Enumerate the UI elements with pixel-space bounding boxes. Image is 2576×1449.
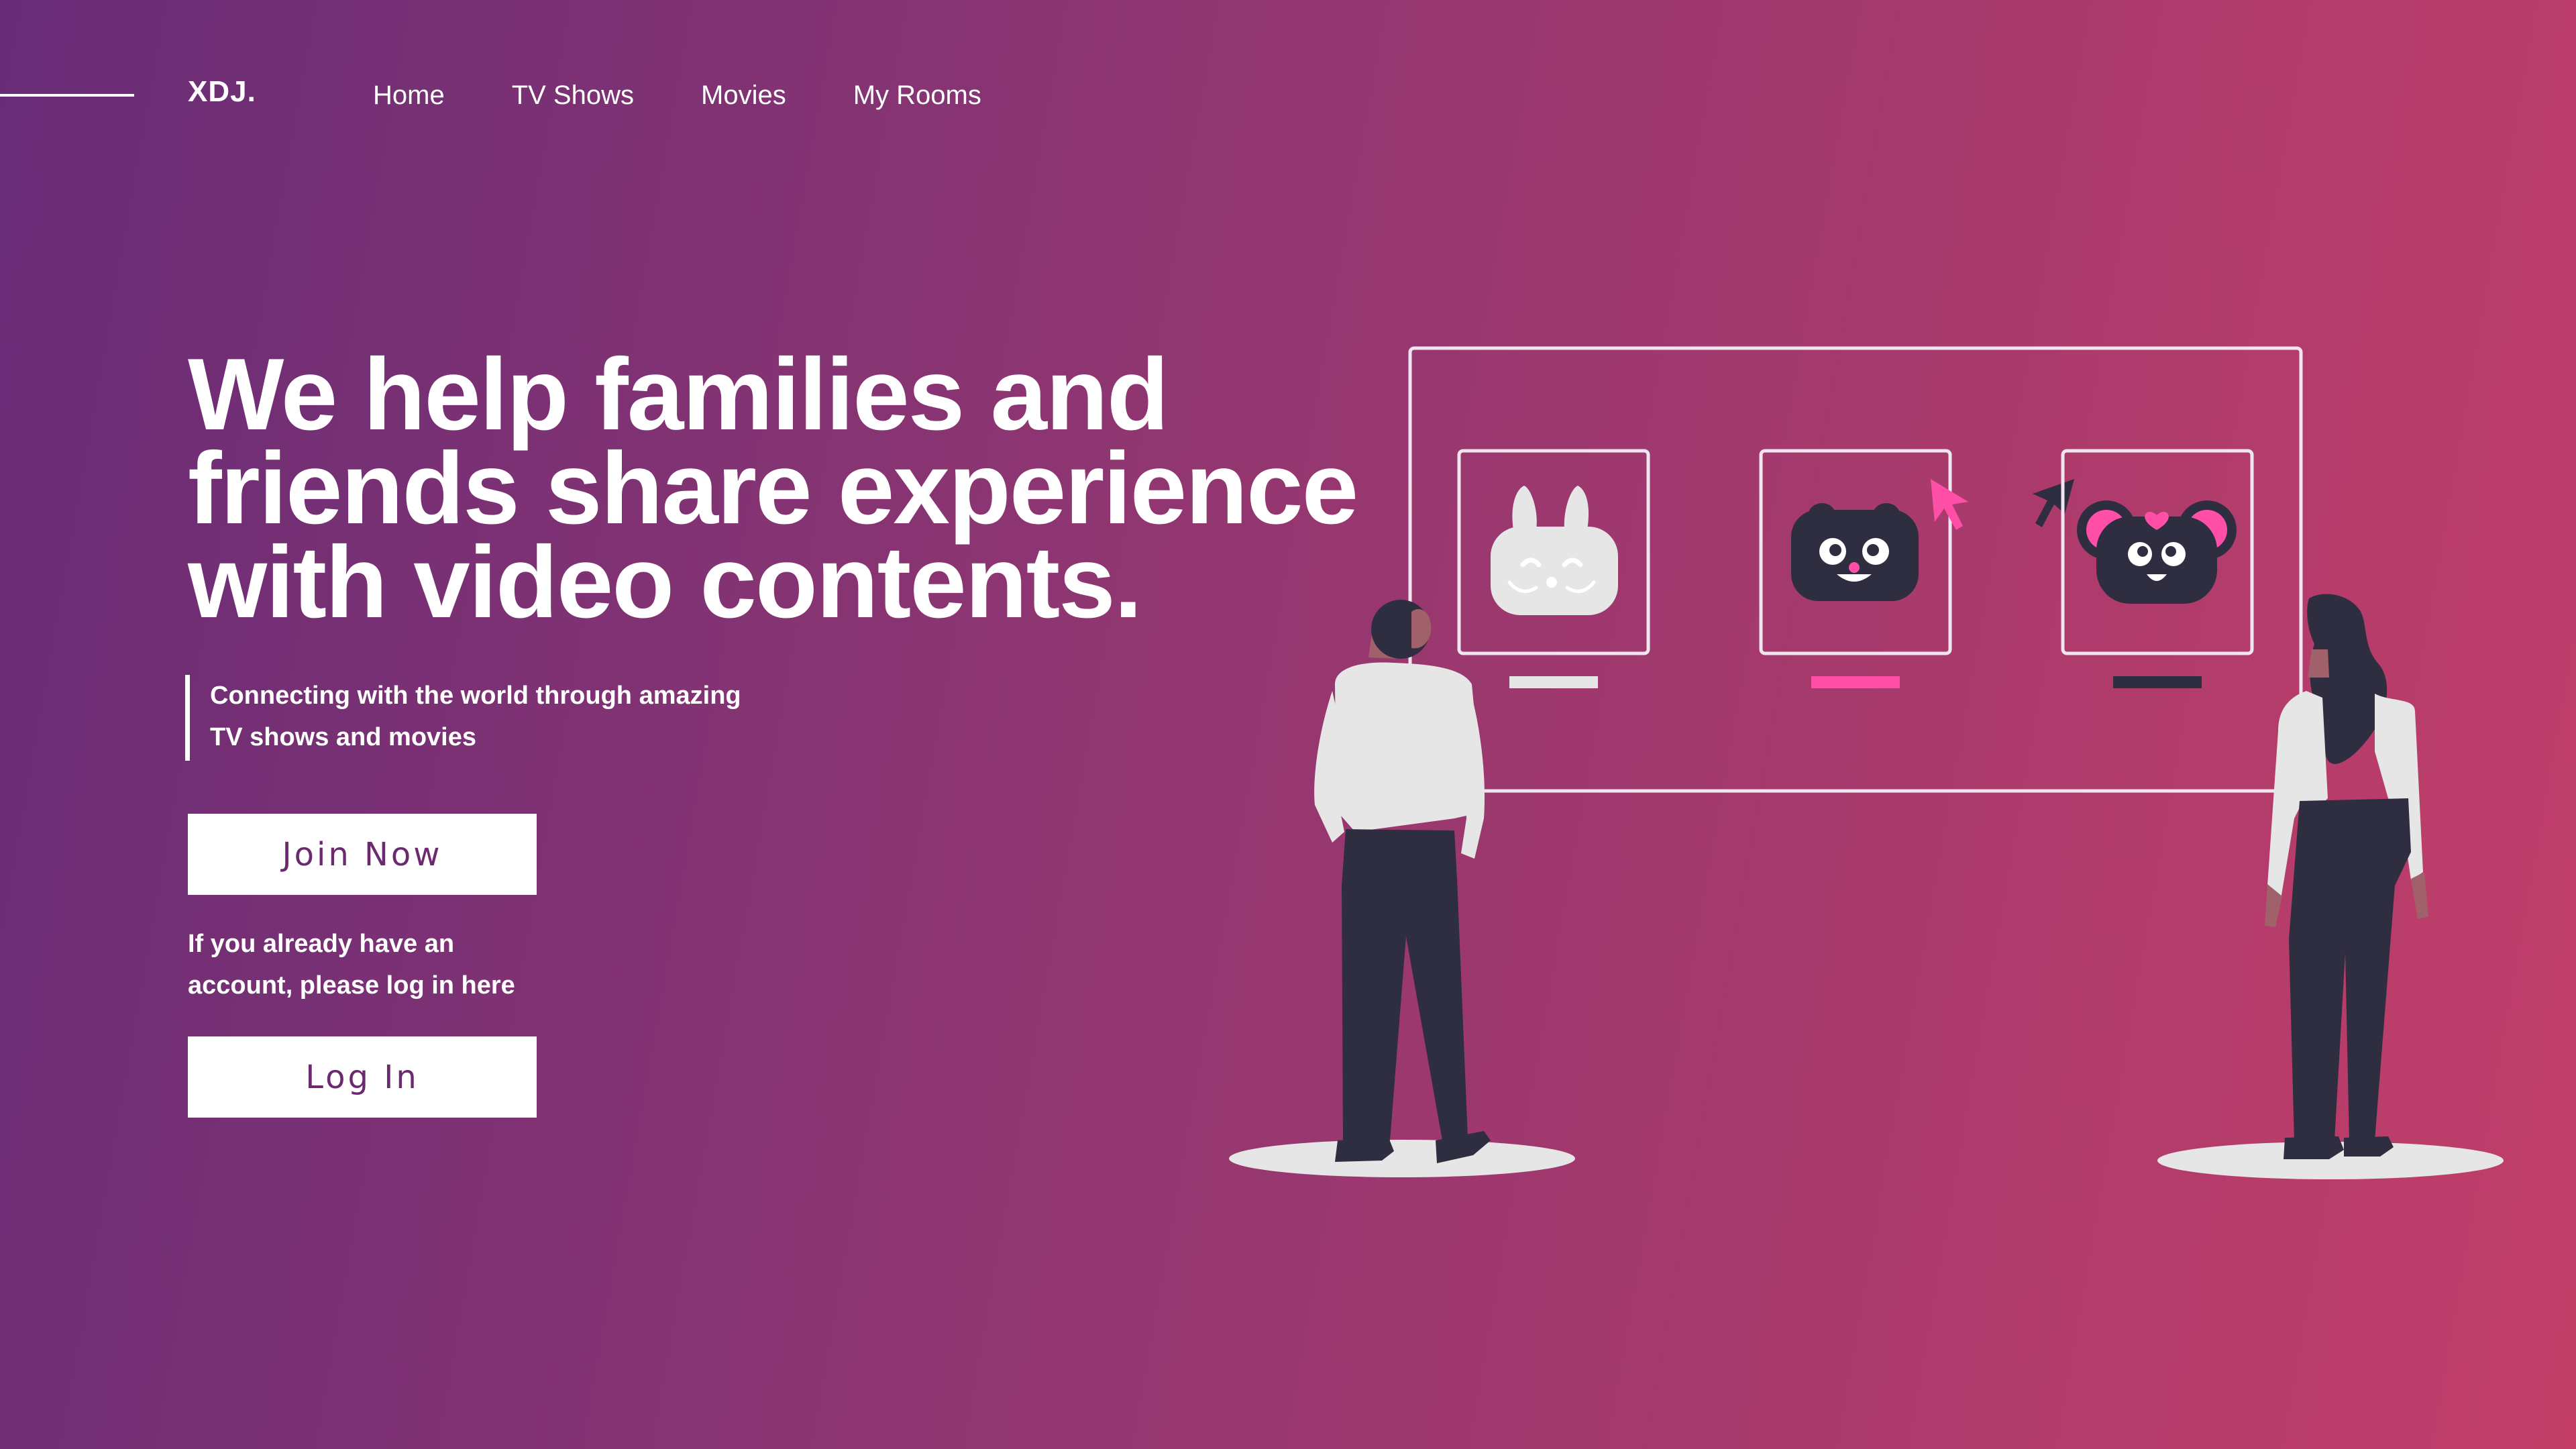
- hero-illustration: [1229, 346, 2504, 1179]
- bear-icon: [1791, 503, 1919, 601]
- mouse-icon: [2077, 500, 2237, 604]
- bunny-avatar-tile[interactable]: [1457, 449, 1650, 688]
- mouse-avatar-tile[interactable]: [2061, 449, 2254, 688]
- woman-figure: [2157, 594, 2504, 1179]
- bunny-icon: [1491, 486, 1618, 615]
- bear-avatar-tile[interactable]: [1759, 449, 1952, 688]
- dark-cursor-icon: [2033, 479, 2074, 527]
